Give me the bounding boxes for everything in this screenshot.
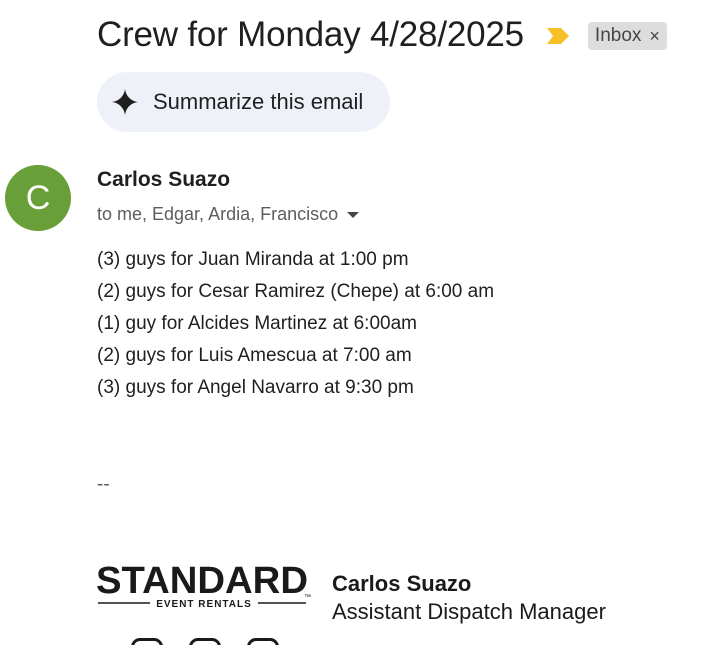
sparkle-icon <box>112 89 138 115</box>
recipients-line[interactable]: to me, Edgar, Ardia, Francisco <box>97 204 360 225</box>
standard-event-rentals-logo: STANDARD EVENT RENTALS ™ <box>96 560 311 610</box>
signature-separator: -- <box>97 474 110 495</box>
importance-marker-icon[interactable] <box>546 27 570 45</box>
body-line: (2) guys for Luis Amescua at 7:00 am <box>97 345 412 366</box>
logo-trademark: ™ <box>304 594 311 601</box>
body-line: (2) guys for Cesar Ramirez (Chepe) at 6:… <box>97 281 495 302</box>
body-line: (3) guys for Angel Navarro at 9:30 pm <box>97 377 414 398</box>
email-subject: Crew for Monday 4/28/2025 <box>97 15 524 54</box>
chevron-down-icon[interactable] <box>347 211 360 218</box>
sender-avatar[interactable]: C <box>5 165 71 231</box>
summarize-label: Summarize this email <box>153 89 364 114</box>
inbox-label-text: Inbox <box>594 25 642 46</box>
body-line: (3) guys for Juan Miranda at 1:00 pm <box>97 249 409 270</box>
summarize-email-button[interactable]: Summarize this email <box>97 72 391 132</box>
subject-row: Crew for Monday 4/28/2025 Inbox × <box>97 12 667 58</box>
instagram-icon[interactable] <box>131 638 163 645</box>
signature-name: Carlos Suazo <box>332 571 472 596</box>
avatar-initial: C <box>25 178 51 217</box>
remove-label-icon[interactable]: × <box>649 26 660 47</box>
logo-wordmark: STANDARD <box>96 560 308 602</box>
body-line: (1) guy for Alcides Martinez at 6:00am <box>97 313 417 334</box>
facebook-icon[interactable] <box>189 638 221 645</box>
inbox-label-chip: Inbox × <box>587 22 667 50</box>
recipients-text: to me, Edgar, Ardia, Francisco <box>97 204 339 224</box>
linkedin-icon[interactable] <box>247 638 279 645</box>
logo-subtext: EVENT RENTALS <box>156 599 252 610</box>
email-view: Crew for Monday 4/28/2025 Inbox × Summar… <box>0 0 715 645</box>
email-body: (3) guys for Juan Miranda at 1:00 pm (2)… <box>97 247 494 407</box>
signature-title: Assistant Dispatch Manager <box>332 599 606 624</box>
sender-name[interactable]: Carlos Suazo <box>97 168 230 192</box>
